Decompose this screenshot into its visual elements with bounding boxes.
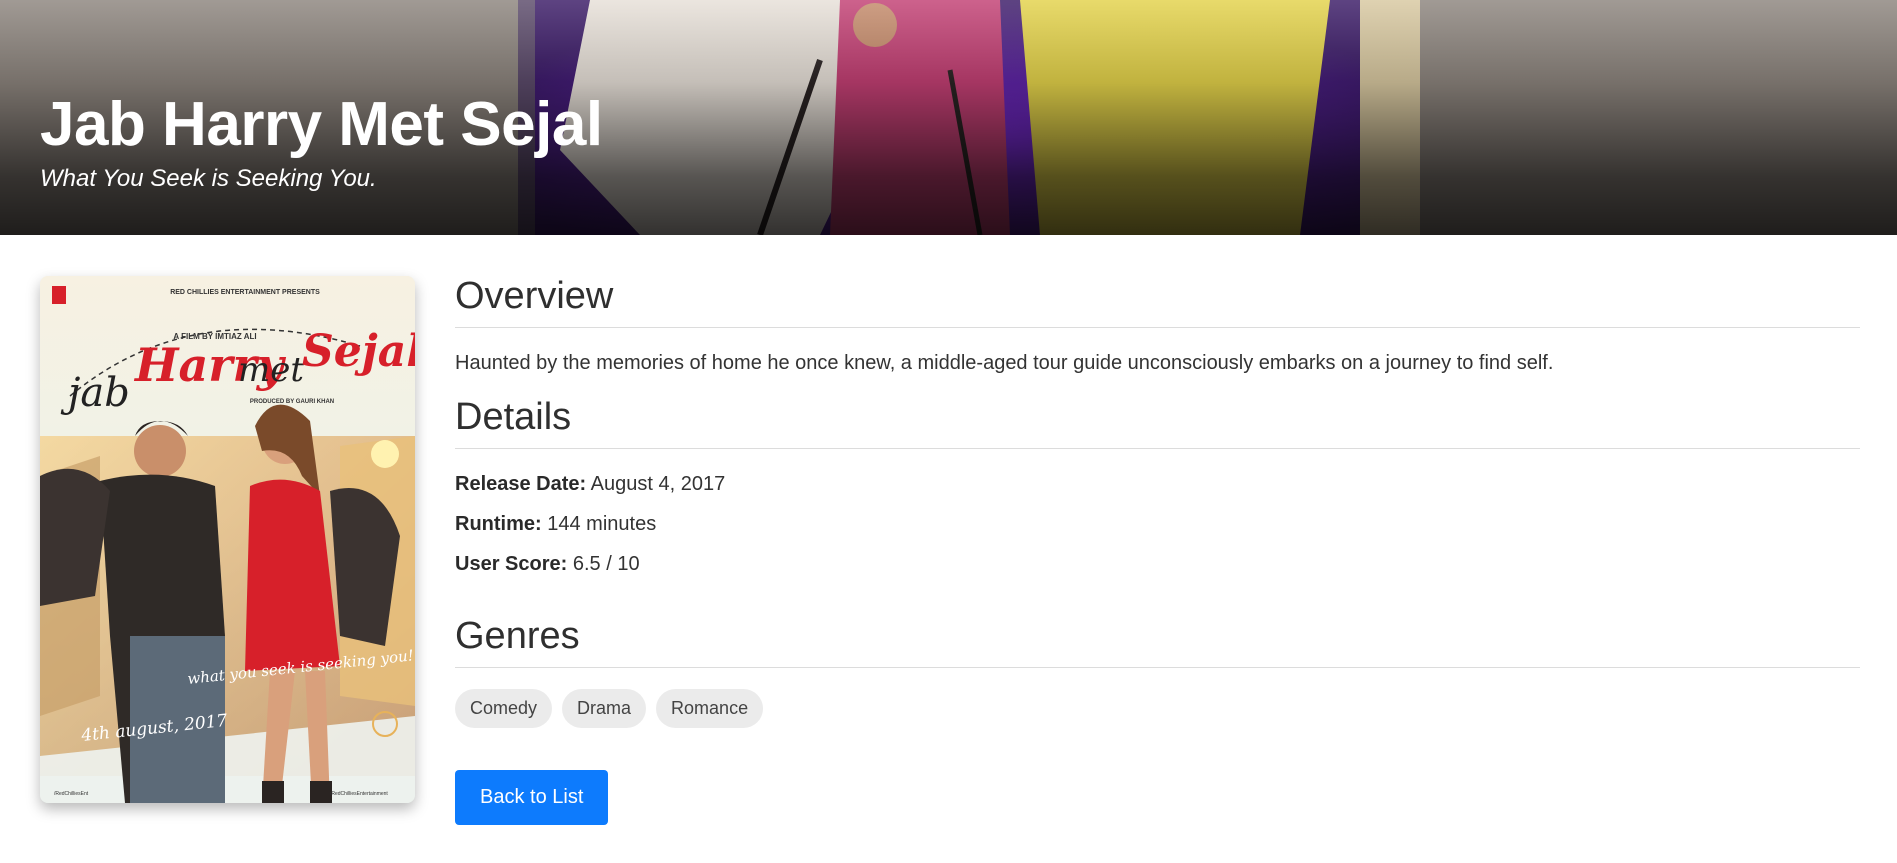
- hero-banner: Jab Harry Met Sejal What You Seek is See…: [0, 0, 1897, 235]
- poster-social-right: /RedChilliesEntertainment: [330, 791, 388, 797]
- back-to-list-button[interactable]: Back to List: [455, 770, 609, 825]
- poster-artwork: RED CHILLIES ENTERTAINMENT PRESENTS A FI…: [40, 276, 415, 803]
- user-score-row: User Score: 6.5 / 10: [455, 551, 1860, 591]
- runtime-label: Runtime:: [455, 513, 542, 535]
- hero-text: Jab Harry Met Sejal What You Seek is See…: [40, 88, 603, 194]
- details-heading: Details: [455, 394, 1860, 449]
- release-date-label: Release Date:: [455, 473, 587, 495]
- release-date-value: August 4, 2017: [590, 473, 726, 495]
- user-score-label: User Score:: [455, 553, 568, 575]
- user-score-value: 6.5 / 10: [572, 553, 640, 575]
- runtime-row: Runtime: 144 minutes: [455, 511, 1860, 551]
- main-content: RED CHILLIES ENTERTAINMENT PRESENTS A FI…: [0, 235, 1897, 863]
- poster-title-sejal: Sejal: [302, 326, 415, 377]
- movie-info: Overview Haunted by the memories of home…: [455, 273, 1860, 825]
- poster-title-met: met: [238, 350, 304, 390]
- details-list: Release Date: August 4, 2017 Runtime: 14…: [455, 471, 1860, 591]
- poster-social-left: /RedChilliesEnt: [54, 791, 89, 797]
- genre-list: Comedy Drama Romance: [455, 689, 1860, 728]
- genre-pill-romance: Romance: [656, 689, 764, 728]
- runtime-value: 144 minutes: [547, 513, 657, 535]
- poster-title-jab: jab: [60, 370, 130, 416]
- genre-pill-comedy: Comedy: [455, 689, 553, 728]
- poster-presenter-text: RED CHILLIES ENTERTAINMENT PRESENTS: [170, 289, 320, 296]
- overview-text: Haunted by the memories of home he once …: [455, 352, 1554, 374]
- movie-tagline: What You Seek is Seeking You.: [40, 165, 377, 192]
- page-title: Jab Harry Met Sejal: [40, 90, 603, 159]
- genres-heading: Genres: [455, 613, 1860, 668]
- overview-heading: Overview: [455, 273, 1860, 328]
- genre-pill-drama: Drama: [562, 689, 647, 728]
- movie-poster: RED CHILLIES ENTERTAINMENT PRESENTS A FI…: [40, 276, 415, 803]
- release-date-row: Release Date: August 4, 2017: [455, 471, 1860, 511]
- poster-producer-text: PRODUCED BY GAURI KHAN: [250, 399, 334, 405]
